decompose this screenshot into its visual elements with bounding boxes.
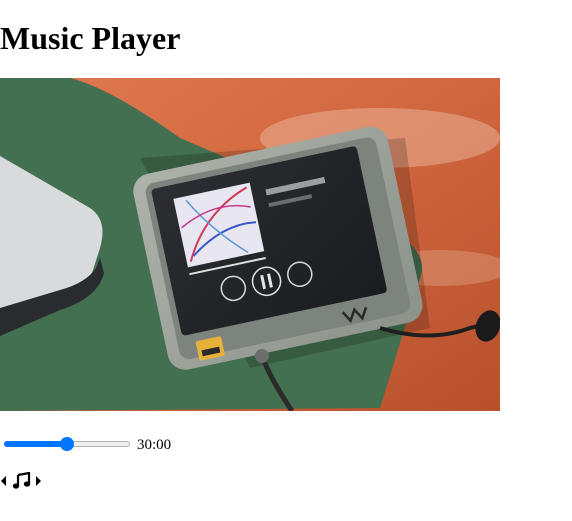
seek-fill (4, 441, 67, 447)
music-note-icon[interactable] (12, 471, 32, 490)
caret-right-icon[interactable] (34, 472, 42, 490)
seek-thumb[interactable] (60, 437, 74, 451)
progress-row: 30:00 (0, 433, 300, 455)
seek-slider[interactable] (4, 433, 130, 455)
album-cover-image (0, 78, 500, 411)
caret-left-icon[interactable] (0, 472, 8, 490)
playback-controls (0, 471, 60, 490)
page-title: Music Player (0, 20, 181, 56)
music-player-page: Music Player 30:00 (0, 0, 572, 521)
time-display: 30:00 (137, 437, 172, 453)
